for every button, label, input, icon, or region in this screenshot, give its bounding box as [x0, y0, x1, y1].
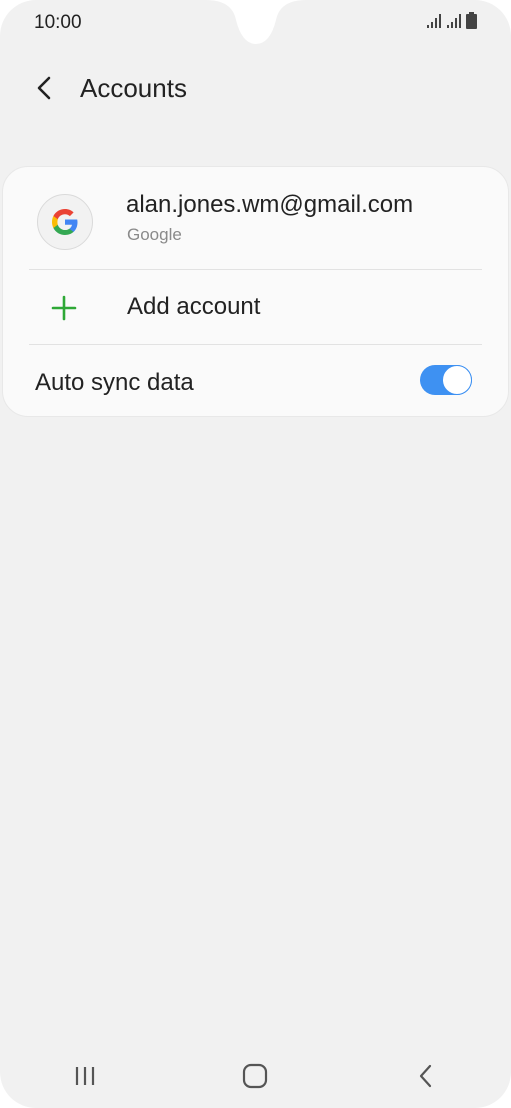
display-notch	[205, 0, 306, 44]
app-bar: Accounts	[0, 60, 511, 116]
accounts-card: alan.jones.wm@gmail.com Google Add accou…	[2, 166, 509, 417]
recents-button[interactable]	[45, 1051, 125, 1101]
plus-icon	[51, 295, 77, 321]
signal-icon	[447, 14, 461, 28]
toggle-knob	[442, 365, 472, 395]
auto-sync-label: Auto sync data	[35, 369, 194, 396]
account-item-google[interactable]: alan.jones.wm@gmail.com Google	[3, 187, 508, 267]
battery-icon	[466, 12, 477, 29]
back-button[interactable]	[16, 60, 72, 116]
account-type: Google	[127, 225, 182, 244]
auto-sync-toggle[interactable]	[420, 365, 472, 395]
recents-icon	[76, 1067, 95, 1085]
phone-screen: 10:00 Accounts alan.jones.wm@gmail.com G…	[0, 0, 511, 1108]
account-email: alan.jones.wm@gmail.com	[126, 191, 414, 218]
google-icon	[37, 194, 93, 250]
chevron-left-icon	[37, 76, 51, 100]
home-button[interactable]	[215, 1051, 295, 1101]
status-icons	[426, 12, 477, 29]
status-time: 10:00	[34, 12, 82, 33]
add-account-label: Add account	[127, 293, 261, 320]
add-account-button[interactable]: Add account	[3, 269, 508, 345]
home-icon	[243, 1063, 268, 1089]
back-icon	[419, 1064, 431, 1088]
auto-sync-row[interactable]: Auto sync data	[3, 345, 508, 417]
navigation-bar	[0, 1044, 511, 1108]
signal-icon	[427, 14, 441, 28]
back-nav-button[interactable]	[386, 1051, 466, 1101]
page-title: Accounts	[80, 72, 187, 103]
